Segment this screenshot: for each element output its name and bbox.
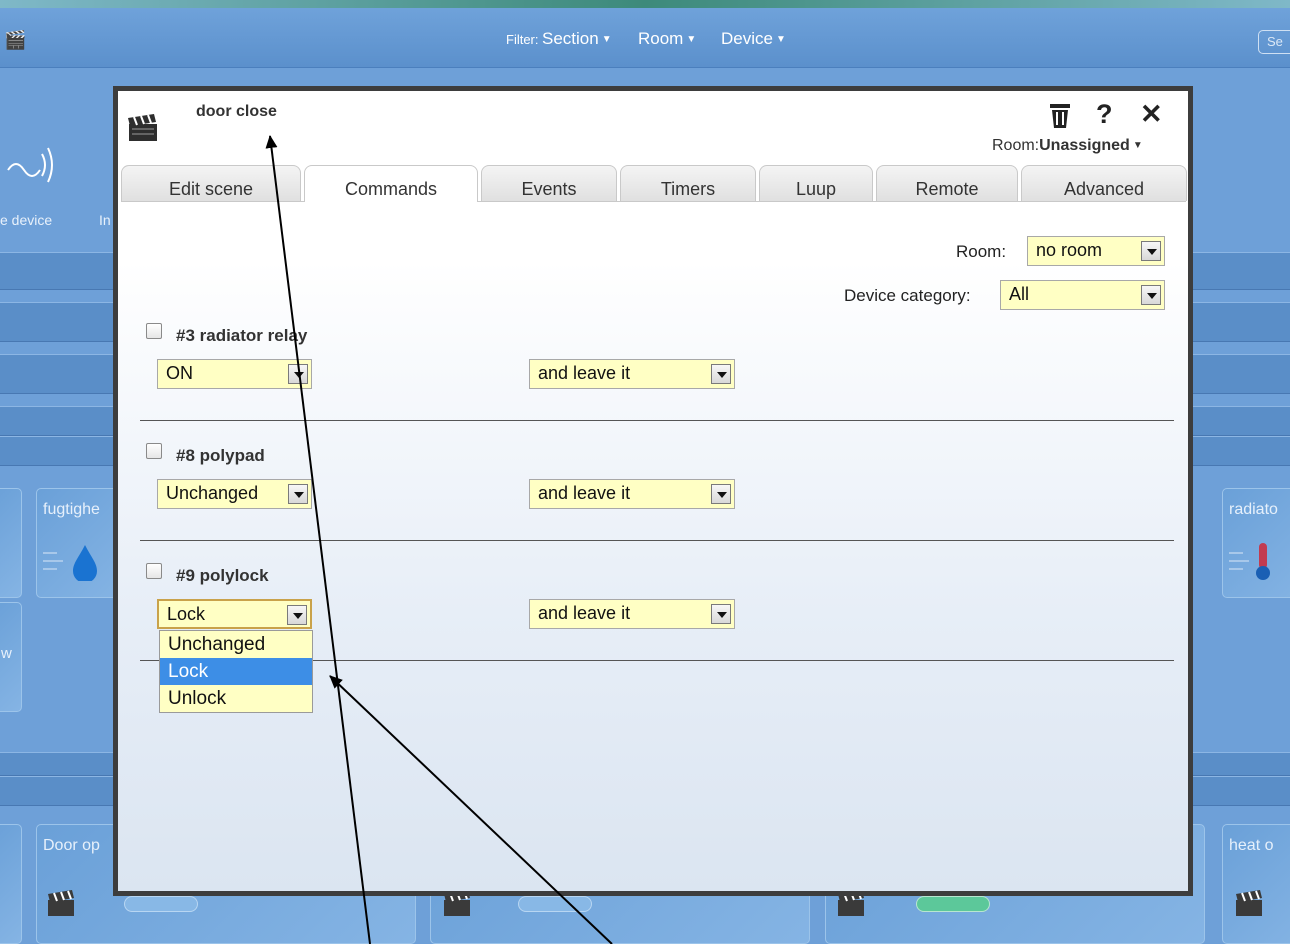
dropdown-arrow-icon [288,364,308,384]
device-category-value: All [1009,284,1030,304]
dropdown-option-unchanged[interactable]: Unchanged [160,631,312,658]
dropdown-arrow-icon [711,364,731,384]
clapperboard-icon [128,114,157,141]
run-button[interactable] [124,896,198,912]
scene-title: door close [196,103,277,120]
in-label: In [99,212,111,228]
close-icon[interactable]: ✕ [1140,101,1163,128]
filter-bar: 🎬 Filter: Section ▼ Room ▼ Device ▼ Se [0,8,1290,68]
humidity-icon [43,545,97,581]
duration-value: and leave it [538,603,631,623]
scene-card[interactable]: heat o [1222,824,1290,944]
duration-select[interactable]: and leave it [529,359,735,389]
divider [140,420,1174,421]
dropdown-option-lock[interactable]: Lock [160,658,312,685]
divider [140,540,1174,541]
room-value: Unassigned [1039,137,1130,154]
dropdown-arrow-icon [287,605,307,625]
command-select[interactable]: Unchanged [157,479,312,509]
device-checkbox[interactable] [146,563,162,579]
device-checkbox[interactable] [146,323,162,339]
dropdown-arrow-icon [288,484,308,504]
device-card[interactable]: radiato [1222,488,1290,598]
device-name: #3 radiator relay [176,326,308,345]
thermometer-icon [1229,543,1270,580]
duration-select[interactable]: and leave it [529,479,735,509]
command-value: Lock [167,604,206,624]
dropdown-arrow-icon [711,484,731,504]
filter-section-dropdown[interactable]: Section ▼ [542,29,612,49]
run-button[interactable] [518,896,592,912]
device-category-label: Device category: [844,286,971,305]
device-card-partial[interactable]: w [0,602,22,712]
duration-select[interactable]: and leave it [529,599,735,629]
card-title: Door op [43,837,100,854]
trash-icon[interactable] [1049,103,1071,129]
device-card-partial[interactable] [0,488,22,598]
card-title: radiato [1229,501,1278,518]
command-value: Unchanged [166,483,259,503]
device-name: #9 polylock [176,566,269,585]
card-title: fugtighe [43,501,100,518]
tab-edit-scene[interactable]: Edit scene [121,165,301,201]
search-input[interactable]: Se [1258,30,1290,54]
run-button[interactable] [916,896,990,912]
room-label: Room: [992,137,1040,154]
device-checkbox[interactable] [146,443,162,459]
tab-timers[interactable]: Timers [620,165,756,201]
chevron-down-icon: ▼ [1132,140,1143,151]
card-partial-label: w [1,645,12,662]
command-value: ON [166,363,193,383]
filter-device-label: Device [721,29,773,48]
device-name: #8 polypad [176,446,265,465]
scene-editor-dialog: door close ? ✕ Room:Unassigned ▼ Edit sce… [113,86,1193,896]
tab-advanced[interactable]: Advanced [1021,165,1187,201]
command-select[interactable]: ON [157,359,312,389]
app-clapperboard-icon[interactable]: 🎬 [4,30,26,51]
card-title: heat o [1229,837,1274,854]
scene-card-partial[interactable] [0,824,22,944]
tab-luup[interactable]: Luup [759,165,873,201]
device-category-select[interactable]: All [1000,280,1165,310]
dropdown-arrow-icon [1141,285,1161,305]
filter-room-label: Room: [956,242,1007,261]
filter-label: Filter: [506,32,539,47]
filter-device-dropdown[interactable]: Device ▼ [721,29,786,49]
dropdown-arrow-icon [711,604,731,624]
filter-room-label: Room [638,29,684,48]
add-device-label: e device [0,212,53,228]
room-filter-select[interactable]: no room [1027,236,1165,266]
tab-events[interactable]: Events [481,165,617,201]
command-select[interactable]: Lock [157,599,312,629]
tab-underline [121,201,1186,202]
filter-room-dropdown[interactable]: Room ▼ [638,29,696,49]
duration-value: and leave it [538,483,631,503]
top-strip [0,0,1290,8]
help-icon[interactable]: ? [1096,101,1113,128]
duration-value: and leave it [538,363,631,383]
room-selector[interactable]: Room:Unassigned ▼ [992,137,1143,155]
tab-remote[interactable]: Remote [876,165,1018,201]
tab-commands[interactable]: Commands [304,165,478,202]
filter-section-label: Section [542,29,599,48]
room-filter-value: no room [1036,240,1103,260]
command-dropdown-list[interactable]: Unchanged Lock Unlock [159,630,313,713]
dropdown-option-unlock[interactable]: Unlock [160,685,312,712]
wave-icon [7,147,53,183]
clapperboard-icon [48,890,74,916]
clapperboard-icon [1236,890,1262,916]
dropdown-arrow-icon [1141,241,1161,261]
